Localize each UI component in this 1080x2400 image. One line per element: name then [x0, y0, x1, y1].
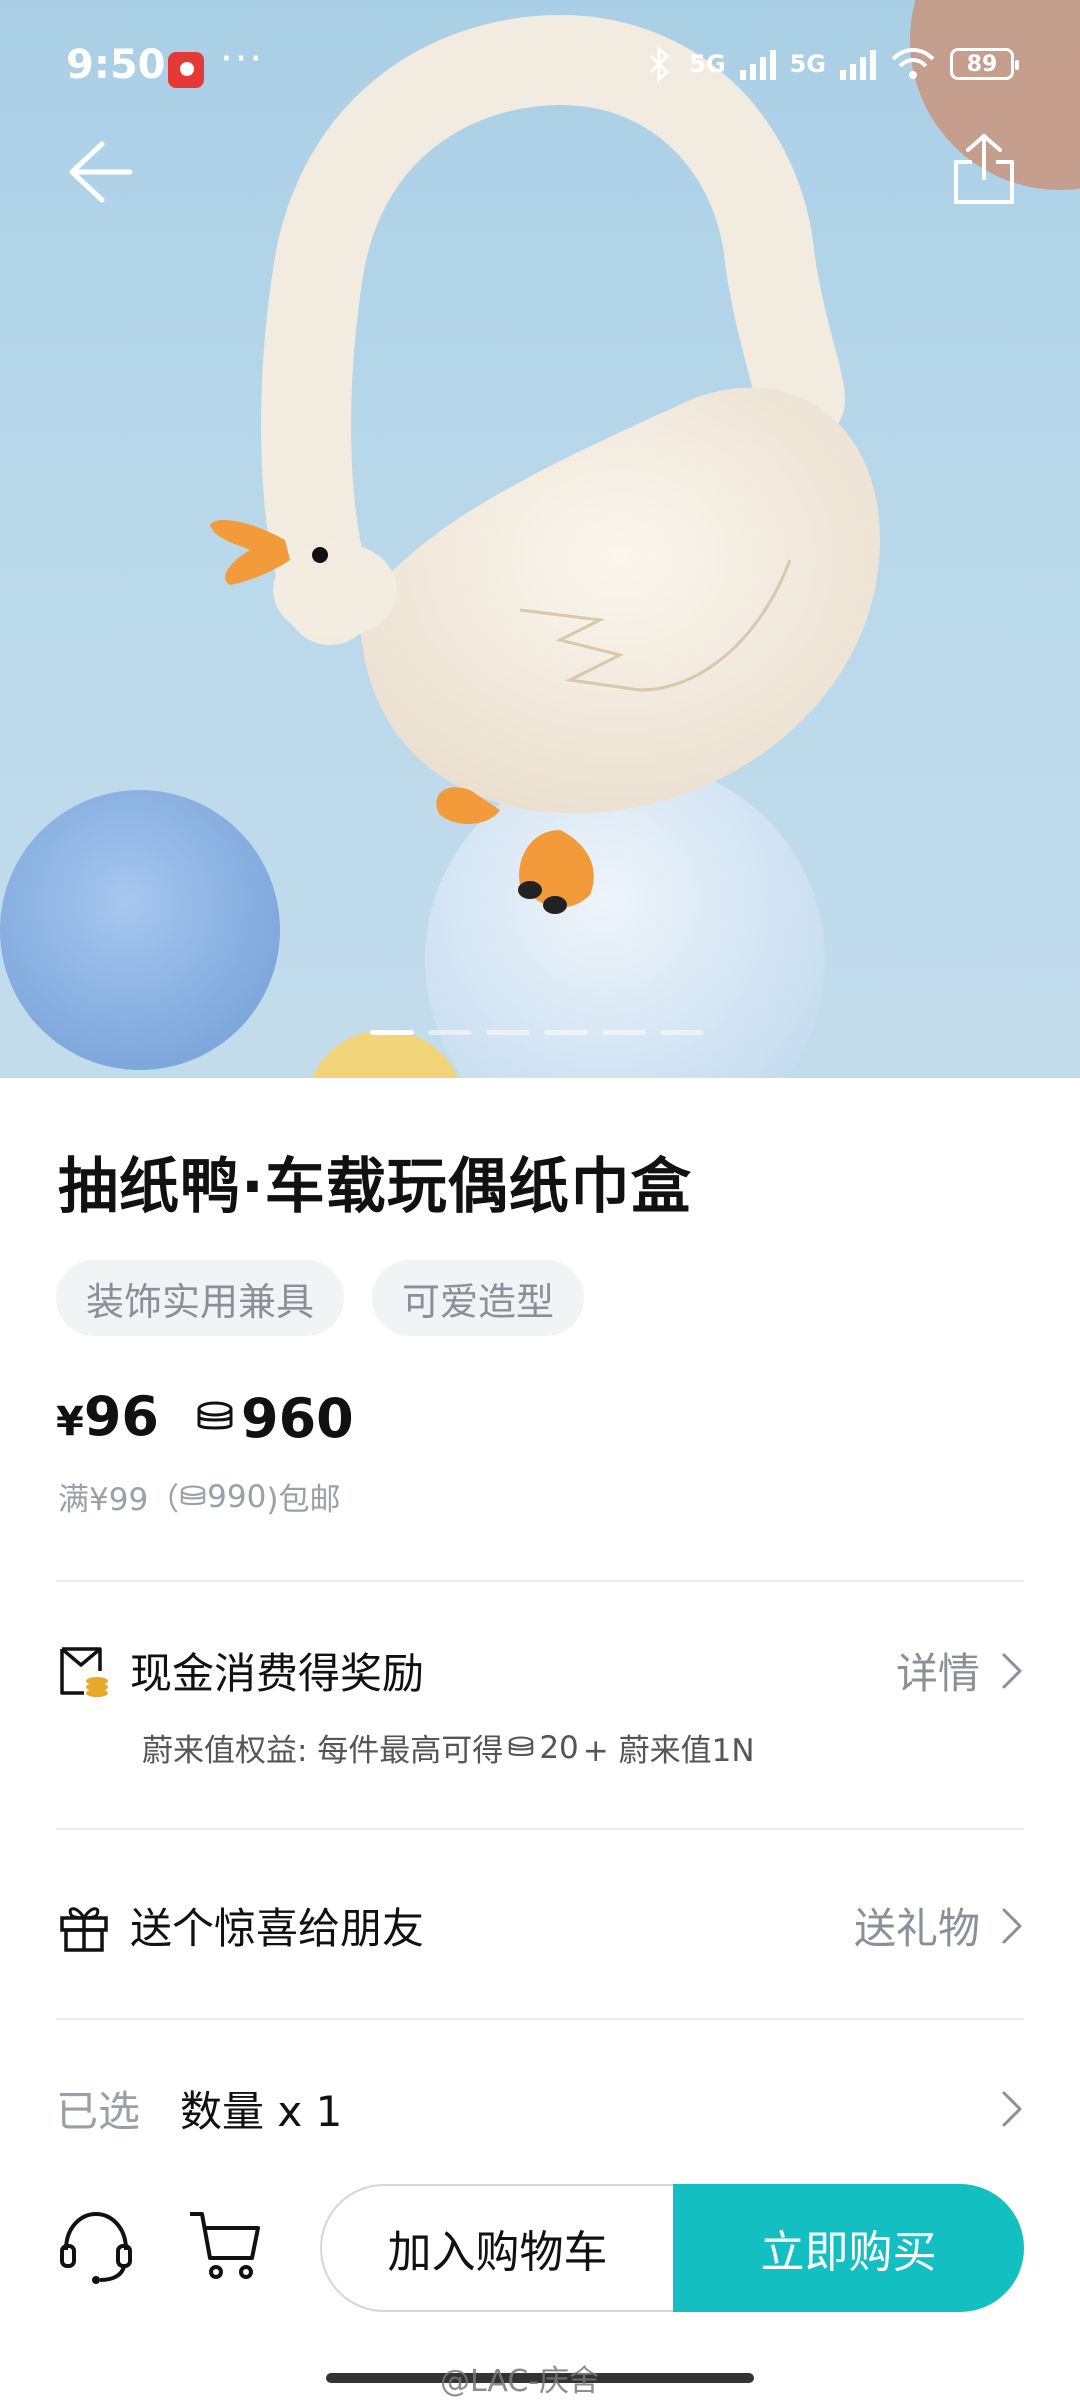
coin-stack-icon	[197, 1401, 233, 1430]
pager-dot	[544, 1030, 588, 1035]
carousel-pager	[370, 1030, 704, 1035]
coin-stack-icon	[180, 1484, 206, 1505]
signal-2-label: 5G	[789, 50, 826, 78]
signal-2-icon	[840, 50, 876, 80]
pager-dot	[428, 1030, 472, 1035]
pager-dot	[486, 1030, 530, 1035]
chevron-right-icon	[1002, 2091, 1022, 2126]
points-price: 960	[195, 1387, 354, 1450]
wifi-icon	[891, 48, 935, 79]
chevron-right-icon	[1002, 1653, 1022, 1688]
product-image-carousel[interactable]: 9:50 ··· 5G 5G 89	[0, 0, 1080, 1078]
shipping-prefix: 满¥99（	[58, 1482, 180, 1518]
price-row: ¥96 960	[56, 1385, 354, 1450]
signal-1-icon	[739, 50, 776, 80]
gift-row[interactable]: 送个惊喜给朋友 送礼物	[56, 1895, 1024, 1956]
chevron-right-icon	[1002, 1908, 1022, 1943]
purchase-buttons: 加入购物车 立即购买	[320, 2184, 1024, 2312]
product-tags: 装饰实用兼具 可爱造型	[56, 1260, 585, 1336]
product-photo	[0, 0, 1080, 1078]
product-tag: 装饰实用兼具	[56, 1260, 345, 1336]
gift-action-label: 送礼物	[853, 1904, 980, 1953]
reward-benefit-note: 蔚来值权益: 每件最高可得 20 + 蔚来值1N	[142, 1725, 755, 1770]
reward-sub-points: 20	[539, 1729, 579, 1766]
coupon-coin-icon	[60, 1646, 108, 1697]
product-tag: 可爱造型	[372, 1260, 585, 1336]
watermark-text: @LAC-庆舍	[440, 2364, 600, 2399]
watermark: @LAC-庆舍	[440, 2356, 599, 2400]
selection-open[interactable]	[1000, 2089, 1024, 2129]
arrow-left-icon[interactable]	[64, 136, 136, 208]
status-bar: 9:50 ··· 5G 5G 89	[0, 0, 1080, 140]
buy-now-button[interactable]: 立即购买	[673, 2184, 1024, 2312]
reward-row[interactable]: 现金消费得奖励 详情	[56, 1640, 1024, 1701]
add-to-cart-button[interactable]: 加入购物车	[320, 2184, 673, 2312]
status-more: ···	[220, 36, 265, 82]
reward-sub-prefix: 蔚来值权益: 每件最高可得	[142, 1733, 504, 1769]
shipping-suffix: )包邮	[266, 1482, 341, 1518]
selection-row[interactable]: 已选 数量 x 1	[56, 2078, 1024, 2139]
status-time: 9:50	[66, 42, 166, 88]
battery-level: 89	[966, 51, 998, 77]
selected-quantity: 数量 x 1	[180, 2087, 343, 2136]
pager-dot	[370, 1030, 414, 1035]
headset-icon[interactable]	[56, 2206, 136, 2286]
gift-label: 送个惊喜给朋友	[130, 1904, 425, 1953]
reward-sub-suffix: + 蔚来值1N	[582, 1733, 755, 1769]
gift-icon	[60, 1906, 108, 1952]
reward-label: 现金消费得奖励	[130, 1649, 425, 1698]
price-value: 96	[83, 1385, 159, 1448]
coin-stack-icon	[509, 1735, 534, 1756]
bluetooth-icon	[650, 46, 670, 82]
cash-price: ¥96	[56, 1385, 159, 1448]
send-gift-link[interactable]: 送礼物	[854, 1895, 1024, 1956]
cart-icon[interactable]	[186, 2206, 266, 2286]
battery-indicator: 89	[950, 48, 1019, 80]
app-notification-icon	[168, 52, 204, 88]
bottom-action-bar: 加入购物车 立即购买	[0, 2170, 1080, 2320]
points-value: 960	[241, 1386, 354, 1450]
reward-action-label: 详情	[895, 1649, 980, 1698]
free-shipping-note: 满¥99（ 990 )包邮	[58, 1474, 340, 1519]
share-icon[interactable]	[948, 130, 1020, 210]
status-indicators: 5G 5G 89	[645, 46, 1019, 82]
divider	[56, 1580, 1024, 1582]
pager-dot	[660, 1030, 704, 1035]
signal-1-label: 5G	[689, 50, 726, 78]
product-title: 抽纸鸭·车载玩偶纸巾盒	[58, 1152, 692, 1222]
divider	[56, 2018, 1024, 2020]
divider	[56, 1828, 1024, 1830]
pager-dot	[602, 1030, 646, 1035]
selected-label: 已选	[56, 2087, 141, 2136]
reward-details-link[interactable]: 详情	[896, 1640, 1024, 1701]
currency-symbol: ¥	[56, 1399, 84, 1445]
shipping-points: 990	[207, 1478, 267, 1515]
